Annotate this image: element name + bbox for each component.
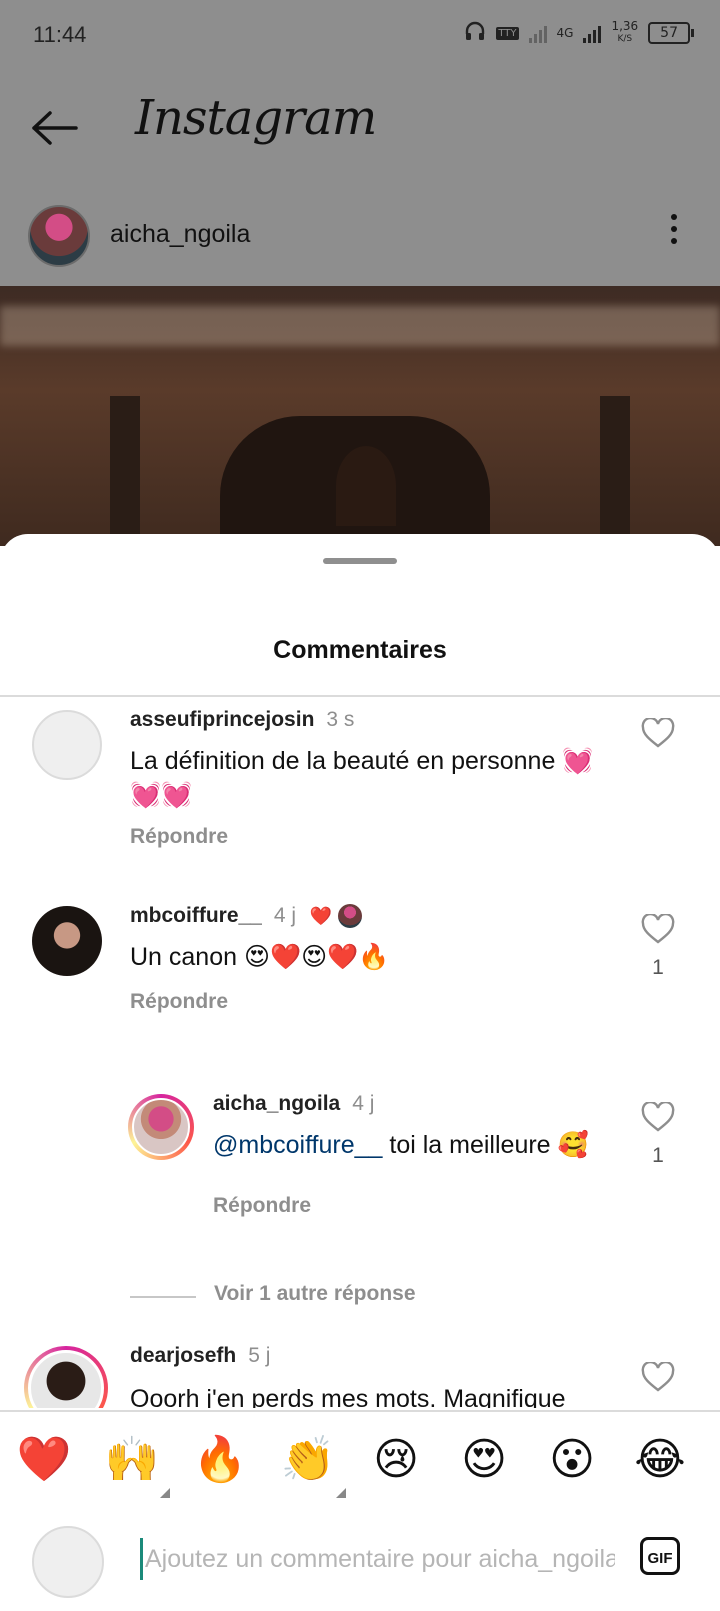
heart-icon[interactable]	[641, 1360, 675, 1392]
emoji-surprised[interactable]: 😮	[542, 1430, 602, 1490]
comment-username[interactable]: mbcoiffure__ 4 j ❤️	[130, 904, 363, 928]
battery-icon: 57	[648, 22, 694, 44]
status-time: 11:44	[33, 22, 87, 47]
divider	[0, 695, 720, 697]
username-text[interactable]: dearjosefh	[130, 1344, 236, 1367]
status-bar: 11:44 TTY 4G 1,36 K/S 57	[0, 0, 720, 70]
more-options-icon[interactable]	[668, 214, 680, 254]
signal-icon	[528, 23, 547, 43]
comment-time: 5 j	[248, 1344, 271, 1367]
comment-item: asseufiprincejosin 3 s La définition de l…	[0, 700, 720, 880]
speed-unit: K/S	[617, 34, 633, 44]
app-title: Instagram	[135, 90, 377, 146]
comment-username[interactable]: asseufiprincejosin 3 s	[130, 708, 354, 732]
emoji-tears-of-joy[interactable]: 😂	[630, 1430, 690, 1490]
back-arrow-icon	[32, 111, 78, 145]
comment-avatar[interactable]	[32, 906, 102, 976]
comment-time: 4 j	[273, 904, 297, 927]
comment-time: 4 j	[352, 1092, 375, 1115]
image-detail	[110, 396, 140, 546]
reply-text: toi la meilleure 🥰	[382, 1131, 589, 1159]
app-bar: Instagram	[0, 70, 720, 190]
emoji-heart-eyes[interactable]: 😍	[454, 1430, 514, 1490]
username-text[interactable]: aicha_ngoila	[213, 1092, 340, 1115]
reply-button[interactable]: Répondre	[130, 825, 228, 849]
reply-item: aicha_ngoila 4 j @mbcoiffure__ toi la mei…	[0, 1088, 720, 1268]
variant-indicator	[160, 1488, 170, 1498]
emoji-heart[interactable]: ❤️	[14, 1430, 74, 1490]
comment-text: La définition de la beauté en personne 💓…	[130, 747, 594, 809]
status-icons: TTY 4G 1,36 K/S 57	[464, 19, 694, 46]
comment-input[interactable]	[140, 1538, 617, 1580]
comment-avatar[interactable]	[32, 710, 102, 780]
speed-readout: 1,36 K/S	[611, 19, 639, 45]
emoji-raised-hands[interactable]: 🙌	[102, 1430, 162, 1490]
post-header: aicha_ngoila	[0, 190, 720, 286]
post-avatar[interactable]	[28, 205, 90, 267]
mention-link[interactable]: @mbcoiffure__	[213, 1131, 382, 1159]
heart-icon[interactable]	[641, 716, 675, 748]
emoji-reaction-bar: ❤️ 🙌 🔥 👏 😢 😍 😮 😂	[0, 1410, 720, 1510]
emoji-clapping[interactable]: 👏	[278, 1430, 338, 1490]
comment-time: 3 s	[326, 708, 355, 731]
view-more-divider	[130, 1296, 196, 1298]
reply-button[interactable]: Répondre	[130, 990, 228, 1014]
comment-username[interactable]: aicha_ngoila 4 j	[213, 1092, 374, 1116]
network-type: 4G	[556, 26, 574, 40]
speed-value: 1,36	[611, 19, 639, 33]
comment-avatar-story-ring[interactable]	[128, 1094, 194, 1160]
headphones-icon	[464, 20, 486, 46]
sheet-title: Commentaires	[273, 636, 447, 664]
comment-avatar-story-ring[interactable]	[24, 1346, 108, 1408]
creator-mini-avatar	[338, 904, 363, 928]
drag-handle[interactable]	[323, 558, 397, 564]
comment-text: Un canon 😍❤️😍❤️🔥	[130, 943, 390, 971]
avatar	[132, 1098, 190, 1156]
emoji-fire[interactable]: 🔥	[190, 1430, 250, 1490]
like-count: 1	[652, 1144, 664, 1167]
creator-liked-heart: ❤️	[309, 906, 333, 926]
my-avatar	[32, 1526, 104, 1598]
back-button[interactable]	[30, 108, 80, 148]
view-more-replies-button[interactable]: Voir 1 autre réponse	[214, 1282, 416, 1306]
gif-button[interactable]: GIF	[640, 1537, 680, 1575]
comment-composer: GIF	[0, 1508, 720, 1611]
reply-button[interactable]: Répondre	[213, 1194, 311, 1218]
username-text[interactable]: asseufiprincejosin	[130, 708, 314, 731]
signal-icon-2	[583, 23, 602, 43]
post-username[interactable]: aicha_ngoila	[110, 220, 250, 249]
heart-icon[interactable]	[641, 912, 675, 944]
image-detail	[0, 306, 720, 346]
comment-username[interactable]: dearjosefh 5 j	[130, 1344, 270, 1368]
like-count: 1	[652, 956, 664, 979]
comment-item: mbcoiffure__ 4 j ❤️ Un canon 😍❤️😍❤️🔥 Répo…	[0, 900, 720, 1050]
avatar	[28, 1350, 104, 1408]
comment-text: @mbcoiffure__ toi la meilleure 🥰	[213, 1128, 603, 1162]
image-detail	[600, 396, 630, 546]
comment-text: Ooorh j'en perds mes mots. Magnifique	[130, 1385, 566, 1408]
heart-icon[interactable]	[641, 1100, 675, 1132]
emoji-crying[interactable]: 😢	[366, 1430, 426, 1490]
username-text[interactable]: mbcoiffure__	[130, 904, 262, 927]
variant-indicator	[336, 1488, 346, 1498]
tty-icon: TTY	[496, 26, 519, 40]
image-detail	[336, 446, 396, 526]
comment-item: dearjosefh 5 j Ooorh j'en perds mes mots.…	[0, 1340, 720, 1408]
post-image[interactable]	[0, 286, 720, 546]
